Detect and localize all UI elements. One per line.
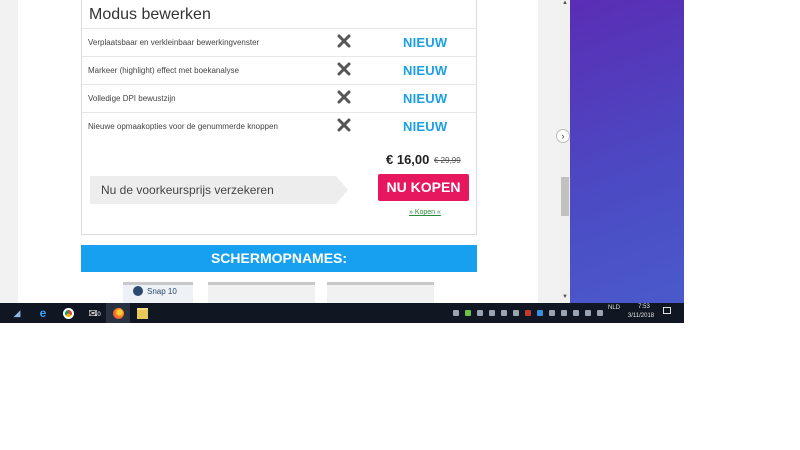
- tray-icon[interactable]: [573, 310, 579, 316]
- feature-label: Verplaatsbaar en verkleinbaar bewerkingv…: [88, 38, 260, 47]
- clock-date[interactable]: 3/11/2018: [625, 312, 657, 320]
- language-indicator[interactable]: NLD: [608, 305, 620, 311]
- tray-icon[interactable]: [585, 310, 591, 316]
- tray-icon[interactable]: [513, 310, 519, 316]
- taskbar: [0, 303, 684, 323]
- cta-text: Nu de voorkeursprijs verzekeren: [101, 183, 274, 197]
- chevron-right-icon[interactable]: ›: [556, 129, 570, 143]
- cta-banner: Nu de voorkeursprijs verzekeren: [90, 176, 348, 204]
- buy-link[interactable]: » Kopen «: [409, 209, 441, 216]
- feature-label: Volledige DPI bewustzijn: [88, 94, 176, 103]
- tray-icon[interactable]: [537, 310, 543, 316]
- price: € 16,00: [386, 152, 430, 167]
- buy-now-button[interactable]: NU KOPEN: [378, 174, 469, 201]
- feature-row: Volledige DPI bewustzijn NIEUW: [82, 84, 476, 113]
- side-panel: [570, 0, 684, 303]
- thumbnail-caption: Snap 10: [147, 287, 177, 296]
- tray-icon[interactable]: [561, 310, 567, 316]
- feature-label: Nieuwe opmaakopties voor de genummerde k…: [88, 122, 278, 131]
- firefox-icon[interactable]: [111, 306, 125, 320]
- section-title: Modus bewerken: [89, 6, 211, 23]
- tray-icon[interactable]: [465, 310, 471, 316]
- chrome-icon[interactable]: [61, 306, 75, 320]
- tray-icon[interactable]: [477, 310, 483, 316]
- windows-start-icon[interactable]: ◢: [10, 306, 24, 320]
- clock-time[interactable]: 7:53: [633, 303, 655, 311]
- new-badge: NIEUW: [403, 35, 448, 50]
- scroll-up-icon[interactable]: ▲: [561, 0, 569, 8]
- scroll-thumb[interactable]: [561, 177, 569, 216]
- new-badge: NIEUW: [403, 63, 448, 78]
- screenshot-thumbnail[interactable]: [208, 282, 315, 303]
- old-price: € 29,99: [434, 156, 461, 165]
- tray-icon[interactable]: [549, 310, 555, 316]
- edge-icon[interactable]: e: [36, 306, 50, 320]
- tray-icon[interactable]: [501, 310, 507, 316]
- screenshot-thumbnail[interactable]: [327, 282, 434, 303]
- screenshot-thumbnail[interactable]: Snap 10: [123, 282, 193, 303]
- feature-row: Nieuwe opmaakopties voor de genummerde k…: [82, 112, 476, 141]
- screenshots-header: SCHERMOPNAMES:: [81, 245, 477, 272]
- file-explorer-icon[interactable]: [135, 306, 149, 320]
- tray-icon[interactable]: [597, 310, 603, 316]
- scroll-down-icon[interactable]: ▼: [561, 294, 569, 302]
- close-x-icon: [337, 90, 351, 104]
- feature-card: Modus bewerken Verplaatsbaar en verklein…: [81, 0, 477, 235]
- new-badge: NIEUW: [403, 119, 448, 134]
- tray-icon[interactable]: [489, 310, 495, 316]
- close-x-icon: [337, 62, 351, 76]
- screen: Modus bewerken Verplaatsbaar en verklein…: [0, 0, 684, 323]
- feature-label: Markeer (highlight) effect met boekanaly…: [88, 66, 240, 75]
- close-x-icon: [337, 118, 351, 132]
- new-badge: NIEUW: [403, 91, 448, 106]
- mail-badge: 10: [94, 312, 101, 318]
- vertical-scrollbar[interactable]: ▲ ▼: [560, 0, 570, 303]
- snap-logo-icon: [133, 286, 143, 296]
- feature-row: Verplaatsbaar en verkleinbaar bewerkingv…: [82, 28, 476, 57]
- feature-row: Markeer (highlight) effect met boekanaly…: [82, 56, 476, 85]
- tray-icon[interactable]: [453, 310, 459, 316]
- notification-icon[interactable]: [663, 307, 671, 314]
- close-x-icon: [337, 34, 351, 48]
- tray-icon[interactable]: [525, 310, 531, 316]
